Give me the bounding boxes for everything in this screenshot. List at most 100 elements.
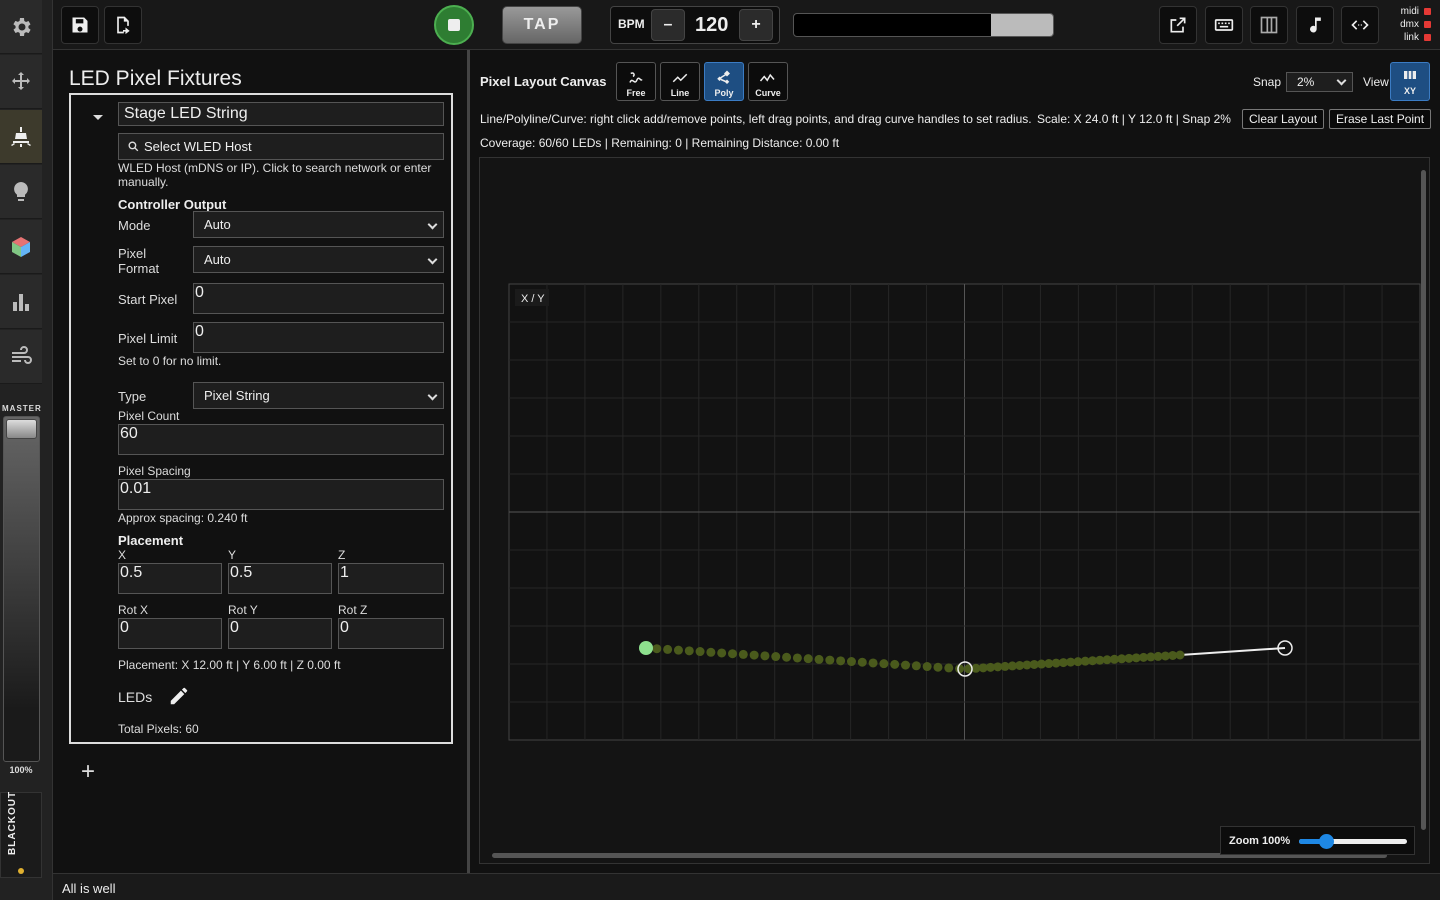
led-pixel — [717, 648, 727, 658]
left-rail: MASTER 100% BLACKOUT — [0, 0, 53, 900]
move-button[interactable] — [0, 55, 42, 109]
stop-icon — [448, 19, 460, 31]
blackout-button[interactable]: BLACKOUT — [0, 791, 42, 878]
layout-grid[interactable]: X / Y — [480, 158, 1431, 865]
code-button[interactable] — [1341, 6, 1379, 44]
led-pixel — [803, 654, 813, 664]
music-note-icon — [1310, 17, 1321, 33]
canvas-panel: Pixel Layout Canvas Free Line Poly Curve… — [470, 50, 1440, 873]
status-midi-led — [1424, 8, 1431, 15]
wled-host-button[interactable]: Select WLED Host — [118, 133, 444, 160]
pixel-count-input[interactable]: 60 — [118, 424, 444, 455]
mode-curve-label: Curve — [755, 88, 781, 98]
erase-last-point-button[interactable]: Erase Last Point — [1329, 109, 1432, 129]
controller-heading: Controller Output — [118, 197, 227, 212]
snap-select[interactable]: 2% — [1286, 72, 1353, 92]
led-pixels-button[interactable] — [0, 110, 42, 164]
mode-curve-button[interactable]: Curve — [748, 62, 788, 101]
z-input[interactable]: 1 — [338, 563, 444, 594]
mode-label: Mode — [118, 218, 151, 233]
x-input[interactable]: 0.5 — [118, 563, 222, 594]
pixel-format-select[interactable]: Auto — [193, 246, 444, 273]
roty-label: Rot Y — [228, 603, 258, 617]
master-fader[interactable] — [3, 416, 40, 762]
pixel-format-label: Pixel Format — [118, 246, 160, 276]
mode-line-button[interactable]: Line — [660, 62, 700, 101]
connection-status: midi dmx link — [1389, 5, 1431, 44]
zoom-label: Zoom 100% — [1229, 835, 1291, 847]
master-fader-handle[interactable] — [6, 419, 37, 439]
led-pixel — [738, 649, 748, 659]
canvas-help: Line/Polyline/Curve: right click add/rem… — [480, 112, 1032, 126]
master-value: 100% — [9, 765, 33, 775]
led-pixel — [1175, 650, 1185, 660]
view-grid-icon — [1404, 71, 1416, 79]
bpm-value[interactable]: 120 — [695, 14, 728, 37]
snap-label: Snap — [1253, 75, 1282, 89]
external-window-button[interactable] — [1159, 6, 1197, 44]
type-label: Type — [118, 389, 147, 404]
bpm-increment-button[interactable]: + — [739, 9, 773, 41]
pixel-limit-input[interactable]: 0 — [193, 322, 444, 353]
save-button[interactable] — [61, 6, 99, 44]
layout-start-point[interactable] — [639, 641, 653, 655]
wind-button[interactable] — [0, 330, 42, 384]
mode-free-button[interactable]: Free — [616, 62, 656, 101]
gear-icon — [13, 17, 31, 36]
vertical-scrollbar[interactable] — [1421, 170, 1426, 830]
canvas-title: Pixel Layout Canvas — [480, 74, 607, 89]
stop-button[interactable] — [434, 5, 474, 45]
pixel-spacing-input[interactable]: 0.01 — [118, 479, 444, 510]
mode-select[interactable]: Auto — [193, 211, 444, 238]
led-pixel — [706, 647, 716, 657]
zoom-slider-thumb[interactable] — [1319, 834, 1334, 849]
add-fixture-button[interactable]: + — [81, 760, 95, 784]
zoom-control: Zoom 100% — [1220, 826, 1415, 855]
led-pixel — [857, 657, 867, 667]
fixture-name-input[interactable]: Stage LED String — [118, 102, 444, 126]
master-label: MASTER — [2, 404, 42, 413]
status-link-label: link — [1403, 32, 1419, 43]
settings-button[interactable] — [0, 0, 42, 54]
cube-icon — [12, 236, 30, 257]
code-icon — [1351, 20, 1369, 30]
type-select[interactable]: Pixel String — [193, 382, 444, 409]
bulb-icon — [14, 181, 28, 201]
view-xy-button[interactable]: XY — [1390, 62, 1430, 101]
stats-button[interactable] — [0, 275, 42, 329]
led-pixel — [663, 644, 673, 654]
file-export-icon — [117, 16, 130, 35]
lights-button[interactable] — [0, 165, 42, 219]
beat-progress-bar — [793, 13, 1054, 37]
layout-canvas[interactable]: X / Y Zoom 100% — [479, 157, 1430, 864]
start-pixel-input[interactable]: 0 — [193, 283, 444, 314]
edit-leds-icon[interactable] — [168, 685, 190, 707]
y-input[interactable]: 0.5 — [228, 563, 332, 594]
fader-view-button[interactable] — [1250, 6, 1288, 44]
led-pixel — [879, 659, 889, 669]
led-pixel — [782, 652, 792, 662]
save-icon — [72, 17, 88, 33]
export-file-button[interactable] — [104, 6, 142, 44]
roty-input[interactable]: 0 — [228, 618, 332, 649]
pixel-spacing-label: Pixel Spacing — [118, 464, 191, 478]
collapse-caret-icon[interactable] — [93, 115, 103, 120]
rotx-label: Rot X — [118, 603, 149, 617]
leds-label: LEDs — [118, 689, 153, 705]
bpm-decrement-button[interactable]: – — [651, 9, 685, 41]
panel-title: LED Pixel Fixtures — [69, 67, 242, 90]
start-pixel-label: Start Pixel — [118, 292, 178, 307]
keyboard-button[interactable] — [1205, 6, 1243, 44]
rotx-input[interactable]: 0 — [118, 618, 222, 649]
rotz-input[interactable]: 0 — [338, 618, 444, 649]
led-fixture-icon — [11, 126, 31, 147]
mode-poly-button[interactable]: Poly — [704, 62, 744, 101]
cube-button[interactable] — [0, 220, 42, 274]
clear-layout-button[interactable]: Clear Layout — [1242, 109, 1325, 129]
tap-button[interactable]: TAP — [502, 6, 582, 44]
mode-poly-label: Poly — [714, 88, 734, 98]
music-button[interactable] — [1296, 6, 1334, 44]
y-label: Y — [228, 548, 237, 562]
line-icon — [672, 73, 688, 83]
zoom-slider[interactable] — [1299, 834, 1407, 849]
